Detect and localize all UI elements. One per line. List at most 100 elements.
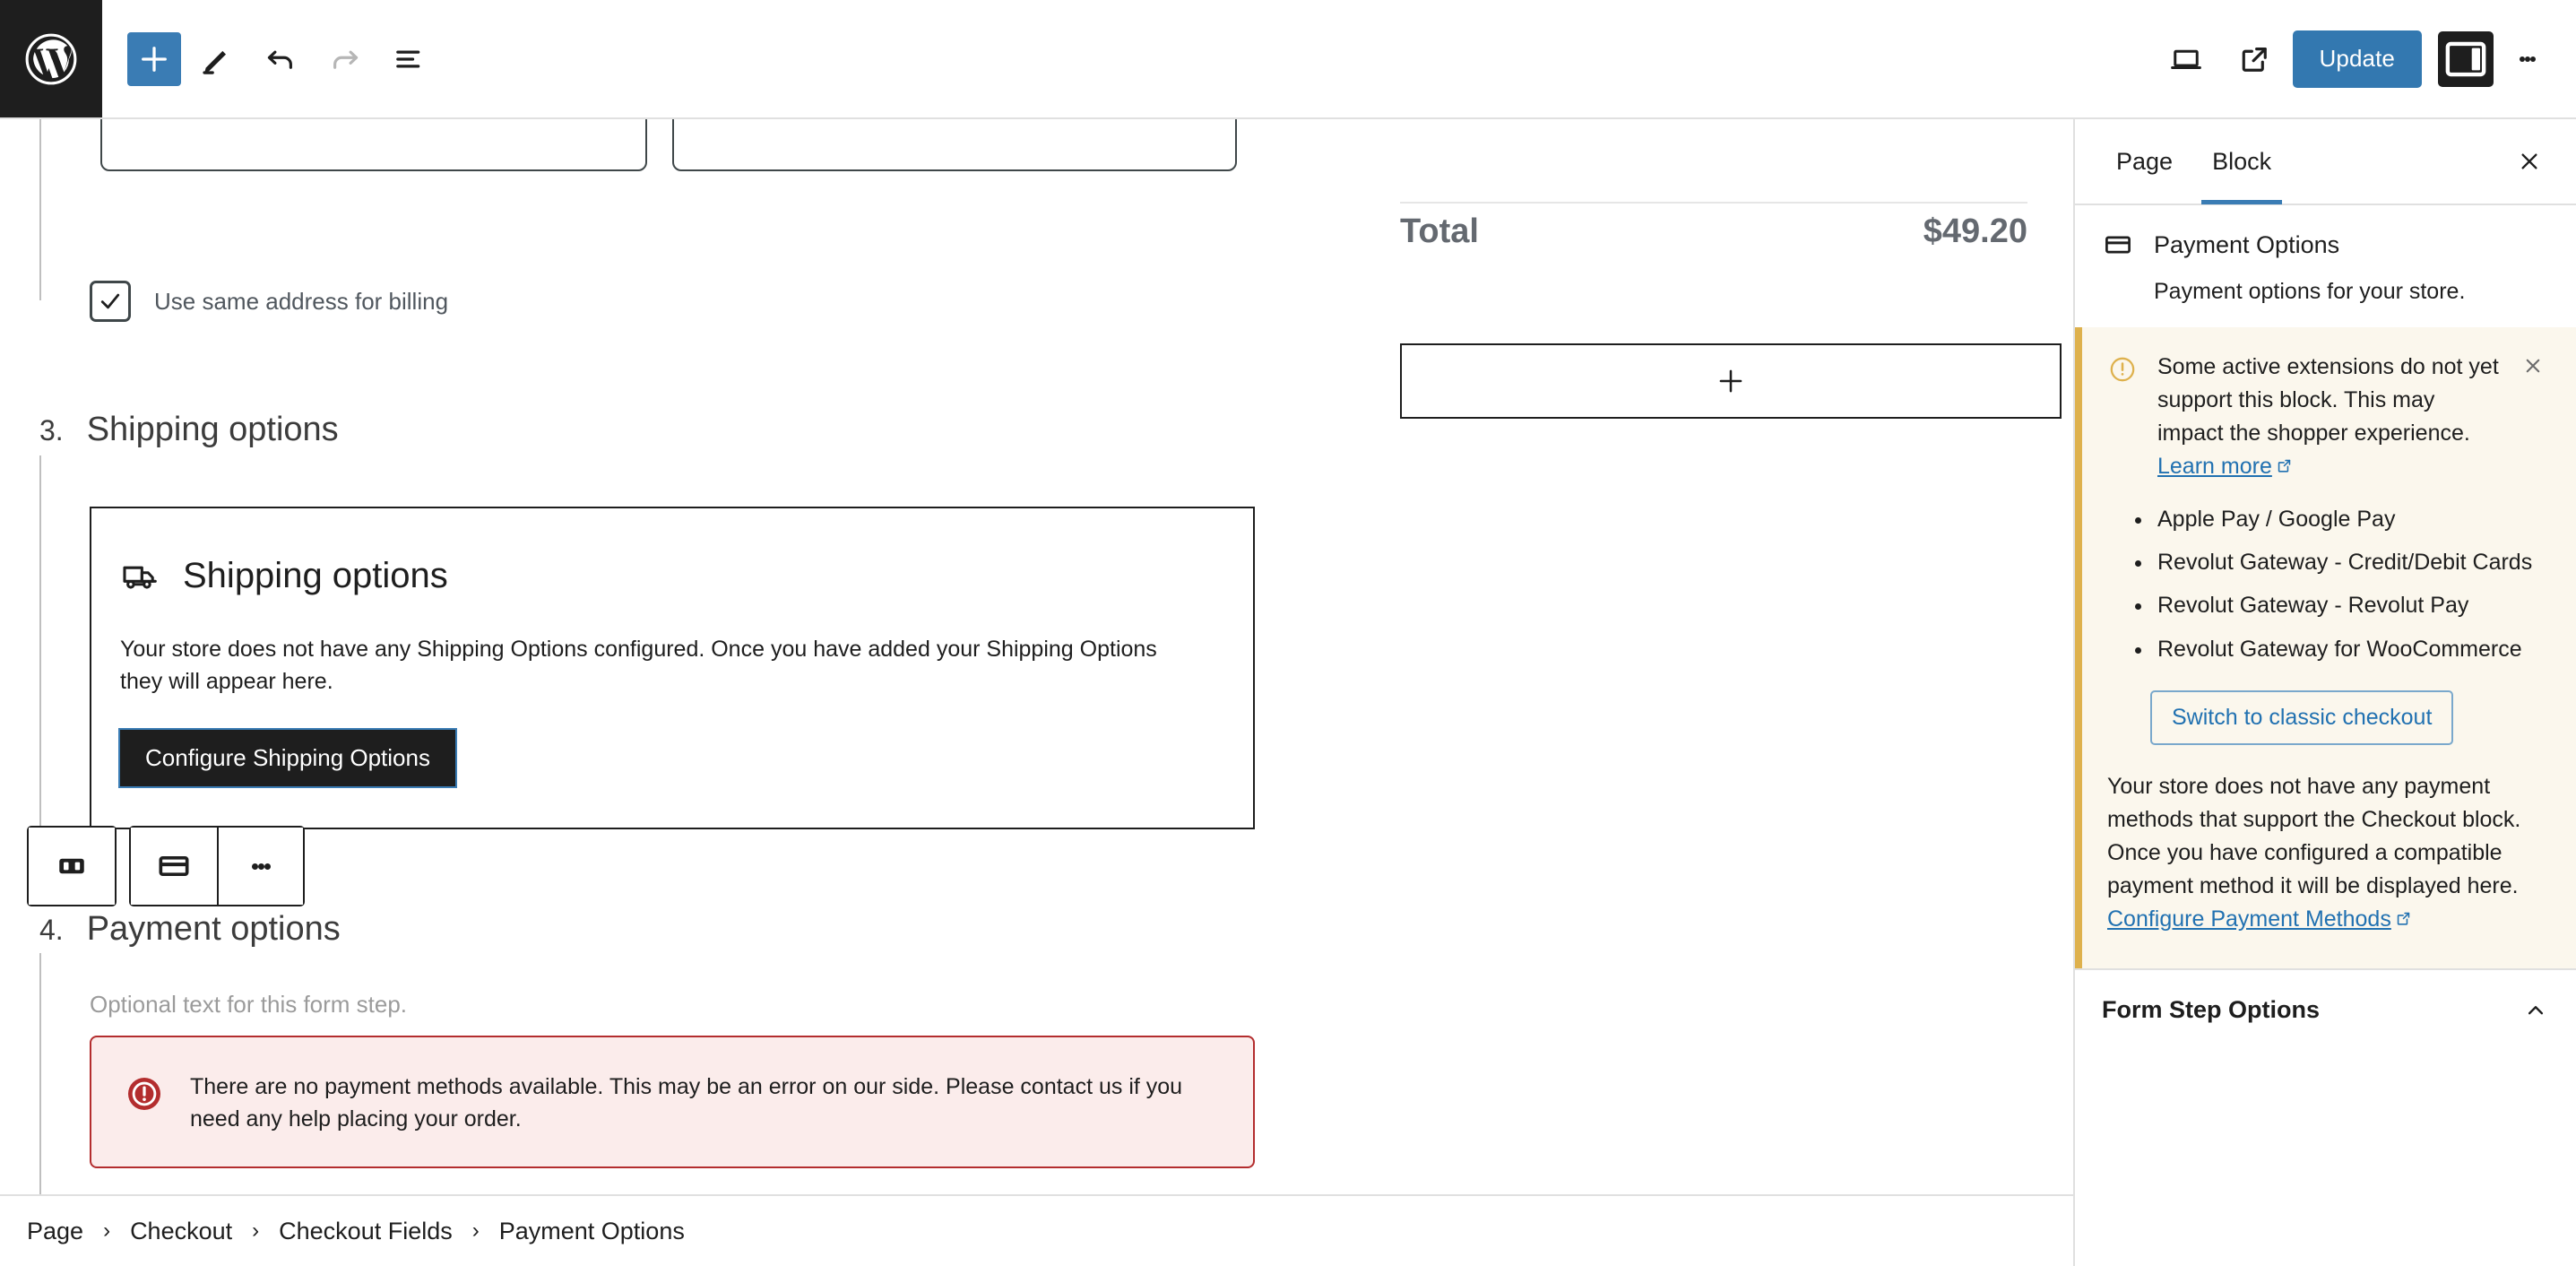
sidebar-content: Payment Options Payment options for your… [2075,205,2576,1266]
breadcrumb-item-checkout[interactable]: Checkout [126,1218,236,1245]
kebab-dot [251,863,258,870]
order-summary-add-block-button[interactable] [1400,343,2062,419]
incompatible-extensions-notice: Some active extensions do not yet suppor… [2075,326,2576,968]
shipping-card-body: Your store does not have any Shipping Op… [91,596,1253,698]
editor-canvas: Use same address for billing 3. Shipping… [0,119,2073,1266]
chevron-up-icon[interactable] [2522,997,2549,1024]
incompatible-extensions-list: Apple Pay / Google Pay Revolut Gateway -… [2154,503,2554,665]
block-guide-line [39,119,41,300]
truck-icon [120,555,161,596]
step-title: Payment options [86,910,341,948]
address-field-left[interactable] [100,119,647,171]
wordpress-block-editor: Update Use same address for billing 3. S… [0,0,2576,1266]
step-number: 3. [39,414,64,447]
optional-step-text[interactable]: Optional text for this form step. [90,991,407,1019]
configure-payment-methods-link[interactable]: Configure Payment Methods [2107,906,2391,932]
step-heading-shipping: 3. Shipping options [39,411,339,449]
step-heading-payment: 4. Payment options [39,910,341,949]
error-message: There are no payment methods available. … [190,1074,1183,1132]
dismiss-notice-icon[interactable] [2520,352,2552,385]
use-same-address-label: Use same address for billing [154,287,449,315]
list-item: Revolut Gateway - Credit/Debit Cards [2154,546,2554,578]
list-item: Apple Pay / Google Pay [2154,503,2554,535]
order-total-value: $49.20 [1923,212,2027,250]
undo-button[interactable] [251,30,310,89]
shipping-card-title: Shipping options [183,555,448,595]
kebab-dot [257,863,264,870]
list-item: Revolut Gateway - Revolut Pay [2154,589,2554,621]
kebab-dot [2530,56,2536,62]
address-fields-row [100,119,1237,171]
panel-form-step-options[interactable]: Form Step Options [2075,967,2576,1051]
order-total-row: Total $49.20 [1400,202,2027,251]
settings-sidebar: Page Block Payment Options Payment optio… [2073,119,2576,1266]
step-title: Shipping options [86,411,339,448]
breadcrumb-separator: › [252,1218,260,1243]
sidebar-tabs: Page Block [2075,119,2576,205]
payment-card-icon [2102,229,2134,261]
update-button[interactable]: Update [2292,30,2422,88]
use-same-address-checkbox[interactable] [90,281,131,322]
external-link-icon [2395,904,2412,925]
switch-to-classic-checkout-button[interactable]: Switch to classic checkout [2150,689,2454,745]
redo-button[interactable] [316,30,375,89]
shipping-options-block[interactable]: Shipping options Your store does not hav… [90,507,1255,829]
block-card-title: Payment Options [2154,230,2340,258]
step-number: 4. [39,914,64,946]
breadcrumb-item-checkout-fields[interactable]: Checkout Fields [275,1218,456,1245]
external-link-icon [2276,451,2293,473]
editor-top-toolbar: Update [0,0,2576,119]
notice-message-text: Some active extensions do not yet suppor… [2157,353,2499,446]
block-floating-toolbar [27,826,305,906]
block-more-options-icon[interactable] [217,828,303,905]
toolbar-left-group [102,0,439,117]
add-block-button[interactable] [127,31,181,86]
no-payment-methods-text: Your store does not have any payment met… [2107,773,2521,898]
order-total-label: Total [1400,212,1479,250]
breadcrumb-separator: › [103,1218,111,1243]
select-parent-group [27,826,117,906]
address-field-right[interactable] [672,119,1237,171]
settings-sidebar-icon[interactable] [2438,30,2494,87]
block-guide-line [39,455,41,874]
block-card-header: Payment Options [2102,229,2549,261]
close-sidebar-icon[interactable] [2504,136,2554,186]
wordpress-logo-icon[interactable] [0,0,102,117]
configure-shipping-options-button[interactable]: Configure Shipping Options [118,728,457,788]
breadcrumb-item-payment-options[interactable]: Payment Options [496,1218,688,1245]
notice-header: Some active extensions do not yet suppor… [2107,351,2554,483]
checkmark-icon [100,293,120,309]
panel-title: Form Step Options [2102,996,2320,1024]
canvas-content: Use same address for billing 3. Shipping… [0,119,2073,1266]
block-guide-line [39,953,41,1201]
breadcrumb: Page › Checkout › Checkout Fields › Paym… [0,1194,2073,1266]
breadcrumb-item-page[interactable]: Page [23,1218,87,1245]
editor-options-kebab-icon[interactable] [2503,31,2553,87]
edit-mode-button[interactable] [186,30,246,89]
use-same-address-row[interactable]: Use same address for billing [90,281,448,322]
shipping-card-description: Your store does not have any Shipping Op… [120,637,1157,694]
list-item: Revolut Gateway for WooCommerce [2154,633,2554,665]
block-card: Payment Options Payment options for your… [2075,205,2576,327]
toolbar-right-group: Update [2157,0,2576,117]
warning-circle-icon [2107,354,2138,385]
breadcrumb-separator: › [471,1218,480,1243]
notice-message: Some active extensions do not yet suppor… [2157,351,2500,483]
no-payment-methods-message: Your store does not have any payment met… [2107,770,2554,936]
document-outline-icon[interactable] [380,30,439,89]
block-card-description: Payment options for your store. [2154,279,2466,304]
select-parent-block-icon[interactable] [29,828,115,905]
tab-block[interactable]: Block [2192,118,2291,204]
shipping-card-header: Shipping options [91,508,1253,596]
editor-body: Use same address for billing 3. Shipping… [0,119,2576,1266]
view-site-external-icon[interactable] [2225,30,2284,89]
no-payment-methods-error: There are no payment methods available. … [90,1036,1255,1168]
error-circle-icon [124,1073,165,1114]
kebab-dot [264,863,271,870]
block-actions-group [129,826,305,906]
tab-page[interactable]: Page [2096,118,2192,204]
learn-more-link[interactable]: Learn more [2157,454,2272,479]
desktop-preview-icon[interactable] [2157,30,2216,89]
payment-card-icon[interactable] [131,828,217,905]
